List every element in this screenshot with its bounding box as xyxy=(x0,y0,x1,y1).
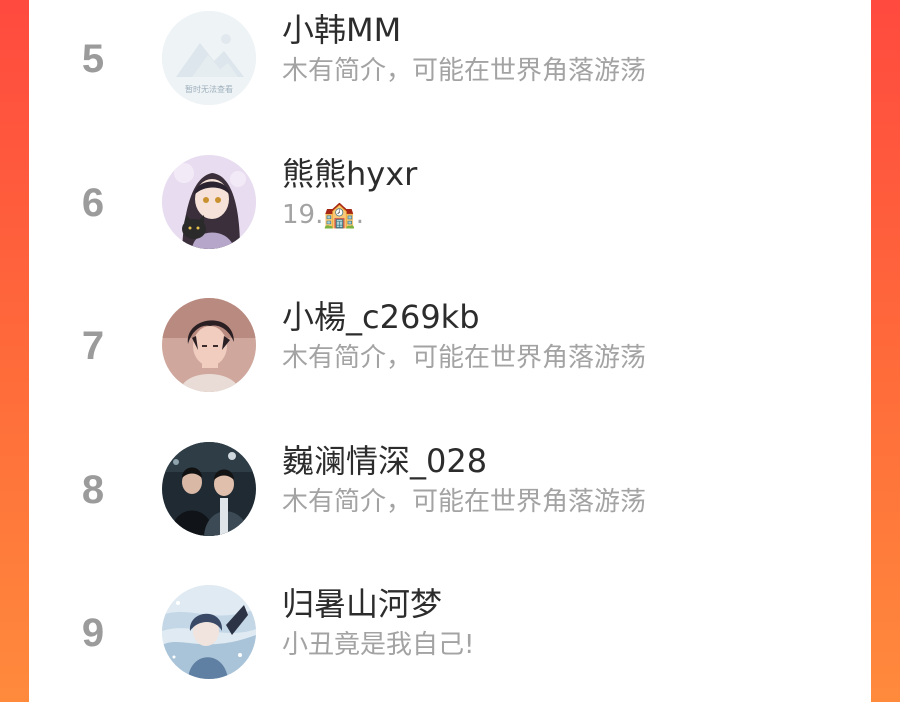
ranking-list-card: 5 暂时无法查看 小韩MM 木有简介，可能在世界角落游荡 6 熊熊hyxr 19… xyxy=(29,0,871,702)
username[interactable]: 归暑山河梦 xyxy=(282,584,442,624)
rank-number: 5 xyxy=(81,37,105,81)
username[interactable]: 小楊_c269kb xyxy=(282,297,480,337)
user-bio: 19.🏫. xyxy=(282,200,364,230)
list-item[interactable]: 9 归暑山河梦 小丑竟是我自己! xyxy=(29,570,871,690)
list-item[interactable]: 7 小楊_c269kb 木有简介，可能在世界角落游荡 xyxy=(29,283,871,403)
list-item[interactable]: 6 熊熊hyxr 19.🏫. xyxy=(29,140,871,260)
avatar[interactable] xyxy=(162,298,256,392)
username[interactable]: 巍澜情深_028 xyxy=(282,441,487,481)
avatar-placeholder-text: 暂时无法查看 xyxy=(185,84,233,94)
anime-blue-artwork-avatar xyxy=(162,585,256,679)
username[interactable]: 小韩MM xyxy=(282,10,401,50)
rank-number: 9 xyxy=(81,611,105,655)
avatar[interactable] xyxy=(162,442,256,536)
list-item[interactable]: 8 巍澜情深_028 木有简介，可能在世界角落游荡 xyxy=(29,427,871,547)
user-bio: 木有简介，可能在世界角落游荡 xyxy=(282,343,647,373)
image-unavailable-placeholder-icon: 暂时无法查看 xyxy=(162,11,256,105)
user-bio: 木有简介，可能在世界角落游荡 xyxy=(282,487,647,517)
anime-boy-avatar xyxy=(162,298,256,392)
rank-number: 7 xyxy=(81,324,105,368)
rank-number: 6 xyxy=(81,181,105,225)
username[interactable]: 熊熊hyxr xyxy=(282,154,417,194)
two-men-photo-avatar xyxy=(162,442,256,536)
avatar[interactable]: 暂时无法查看 xyxy=(162,11,256,105)
user-bio: 木有简介，可能在世界角落游荡 xyxy=(282,56,647,86)
avatar[interactable] xyxy=(162,155,256,249)
avatar[interactable] xyxy=(162,585,256,679)
list-item[interactable]: 5 暂时无法查看 小韩MM 木有简介，可能在世界角落游荡 xyxy=(29,0,871,116)
rank-number: 8 xyxy=(81,468,105,512)
user-bio: 小丑竟是我自己! xyxy=(282,630,475,660)
anime-girl-with-cat-avatar xyxy=(162,155,256,249)
